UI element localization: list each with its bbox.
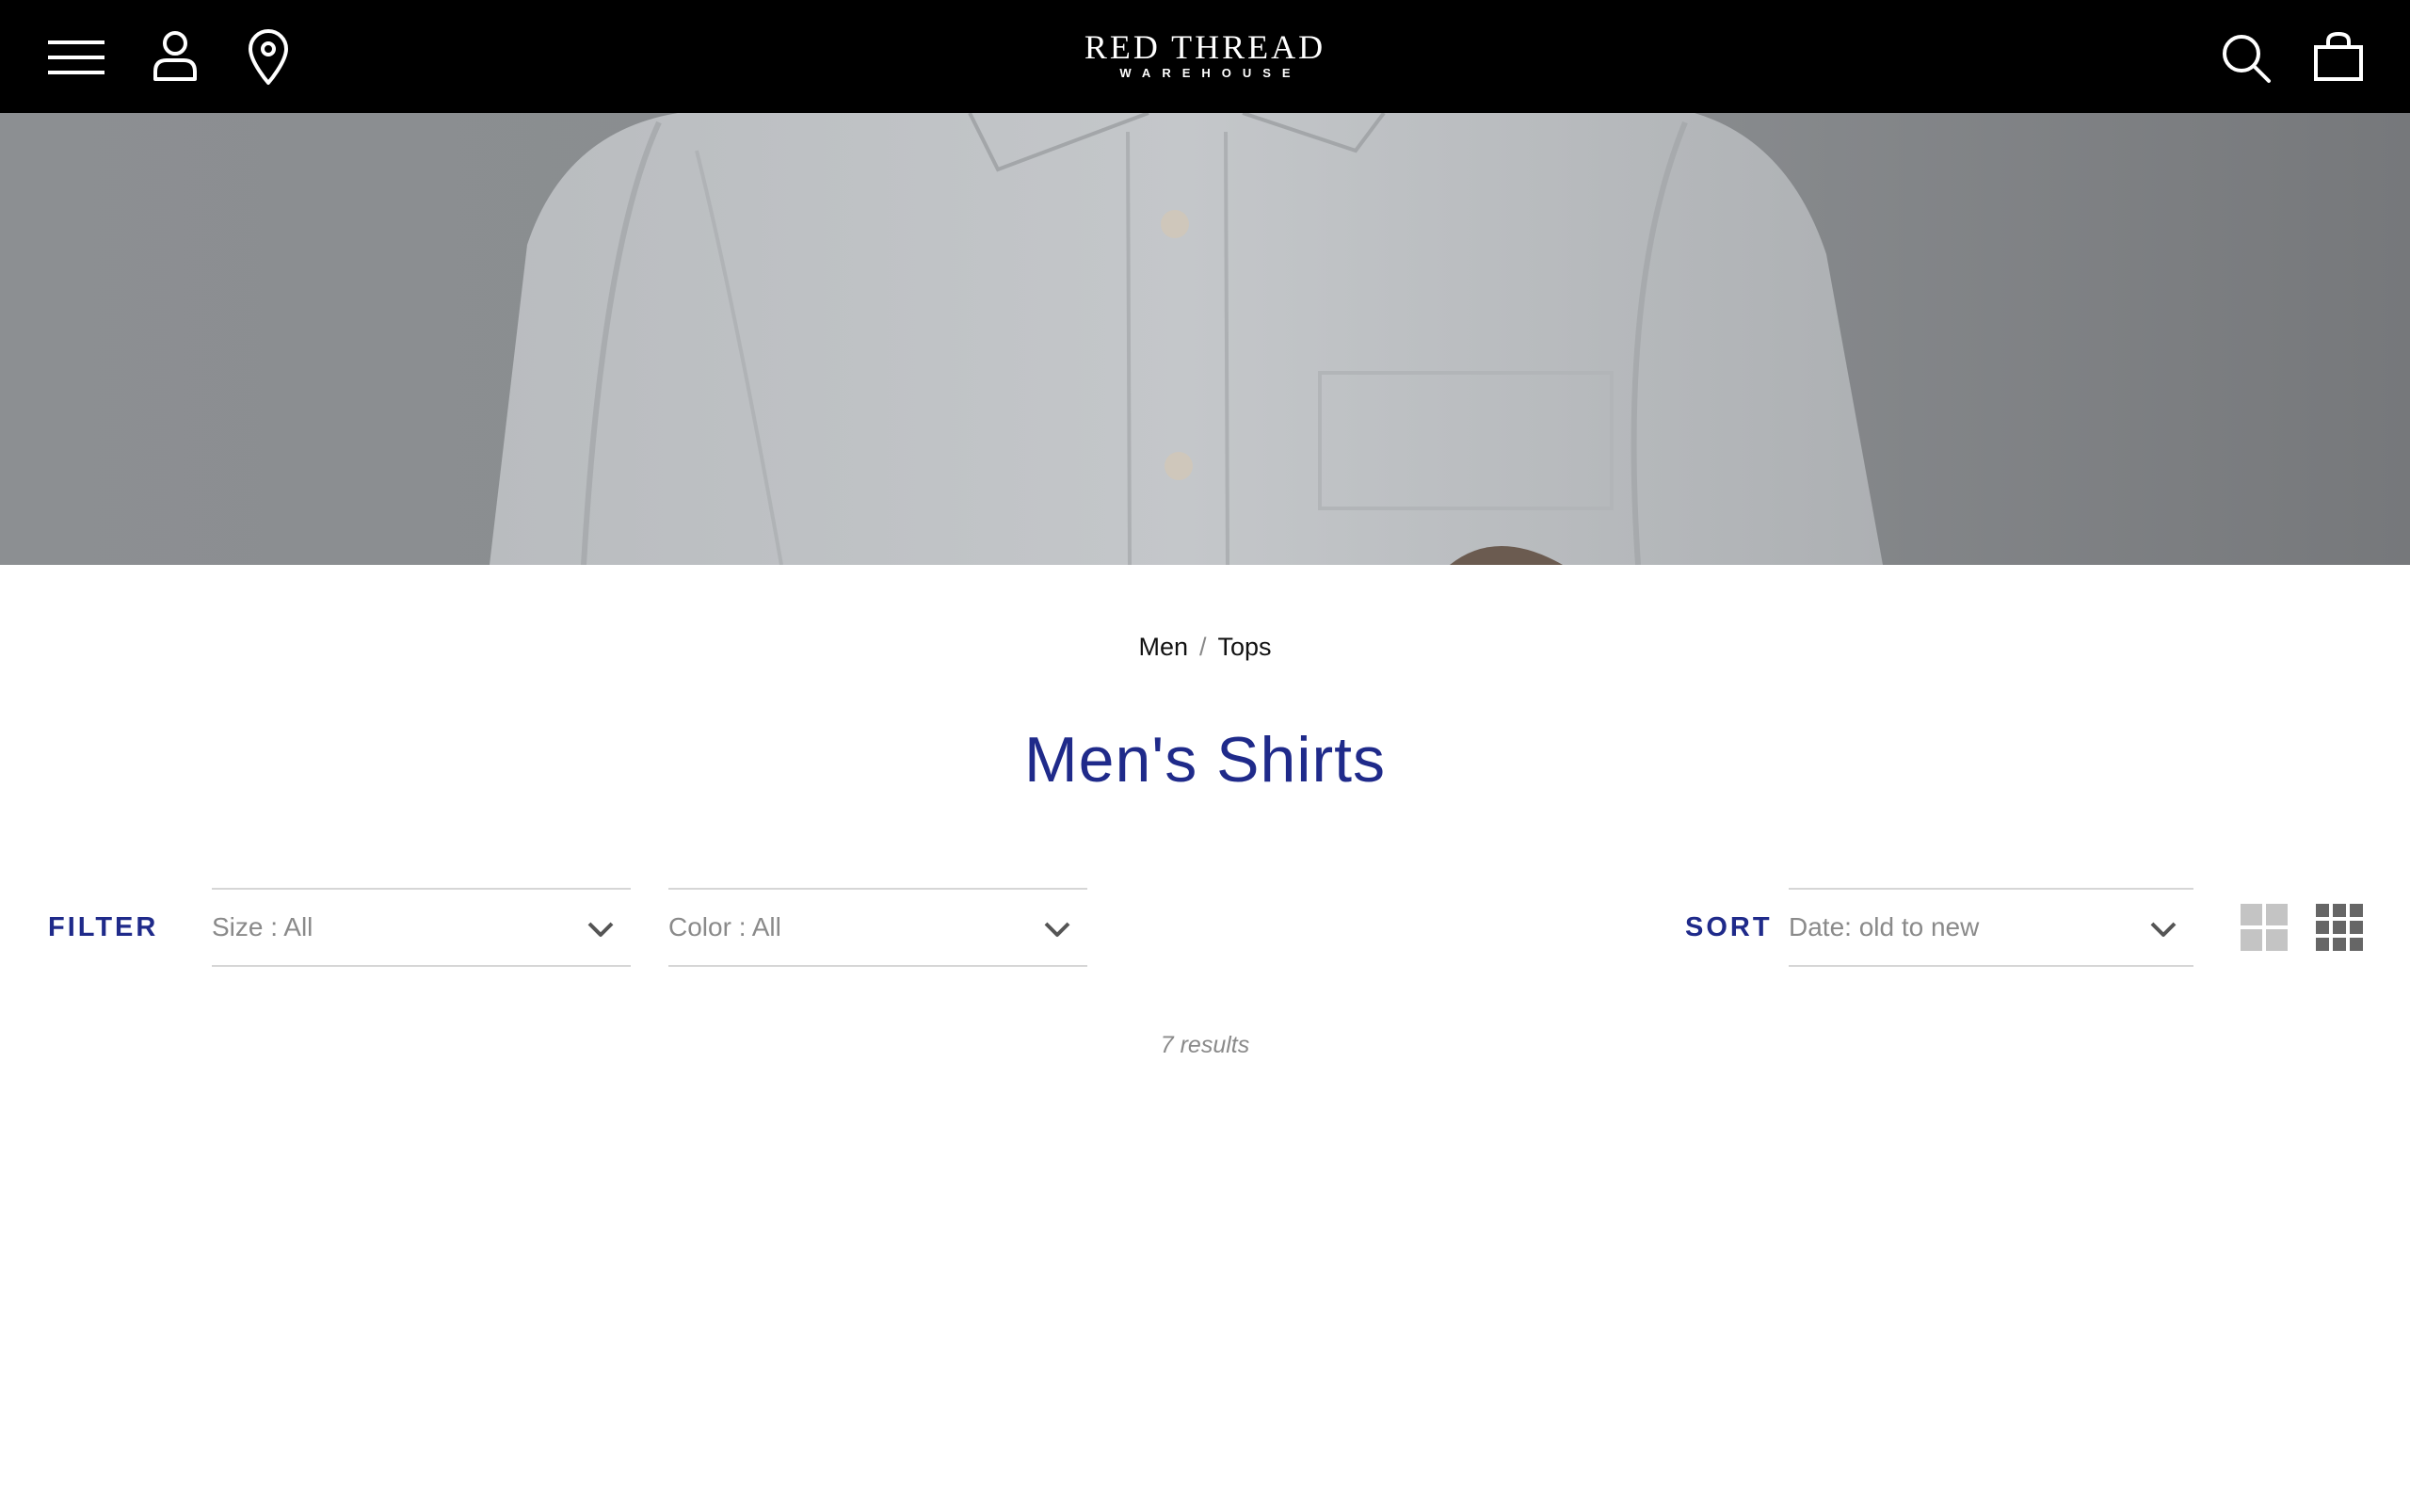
store-locator-button[interactable]: [237, 26, 299, 88]
chevron-down-icon: [2150, 922, 2177, 937]
hero-banner: [0, 113, 2410, 565]
account-button[interactable]: [144, 26, 206, 88]
sort-label: SORT: [1685, 912, 1773, 942]
grid-3-icon: [2316, 904, 2363, 951]
page-title: Men's Shirts: [1024, 724, 1386, 796]
grid-2-view-button[interactable]: [2241, 904, 2288, 951]
results-count: 7 results: [1160, 1032, 1250, 1058]
site-logo[interactable]: RED THREAD WAREHOUSE: [1017, 28, 1393, 81]
breadcrumb-link-men[interactable]: Men: [1138, 633, 1188, 661]
size-filter-value: Size : All: [212, 912, 313, 941]
location-pin-icon: [249, 29, 288, 85]
logo-main-text: RED THREAD: [1084, 28, 1326, 66]
account-icon: [153, 31, 197, 81]
breadcrumb-link-tops[interactable]: Tops: [1218, 633, 1272, 661]
search-button[interactable]: [2214, 26, 2276, 88]
color-filter-select[interactable]: Color : All: [668, 888, 1087, 967]
breadcrumb-separator: /: [1198, 633, 1207, 661]
menu-button[interactable]: [45, 26, 107, 88]
grid-2-icon: [2241, 904, 2288, 951]
sort-value: Date: old to new: [1789, 912, 1980, 941]
hero-shirt-image: [490, 113, 1883, 565]
sort-select[interactable]: Date: old to new: [1789, 888, 2193, 967]
breadcrumb: Men / Tops: [0, 633, 2410, 662]
color-filter-value: Color : All: [668, 912, 781, 941]
site-header: RED THREAD WAREHOUSE: [0, 0, 2410, 113]
grid-3-view-button[interactable]: [2316, 904, 2363, 951]
cart-button[interactable]: [2307, 26, 2370, 88]
filter-label: FILTER: [48, 912, 159, 942]
chevron-down-icon: [587, 922, 614, 937]
bag-icon: [2314, 31, 2363, 81]
search-icon: [2223, 35, 2271, 83]
logo-sub-text: WAREHOUSE: [1119, 66, 1302, 80]
chevron-down-icon: [1044, 922, 1070, 937]
size-filter-select[interactable]: Size : All: [212, 888, 631, 967]
menu-icon: [48, 40, 104, 74]
